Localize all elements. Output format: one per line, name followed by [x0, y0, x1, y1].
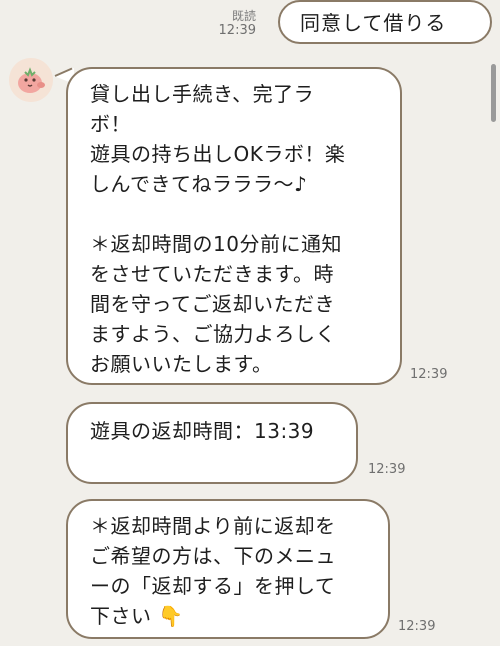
outgoing-message-bubble[interactable]: 同意して借りる [278, 0, 492, 44]
pointing-down-hand-icon: 👇 [158, 604, 184, 628]
incoming-message-bubble[interactable]: ＊返却時間より前に返却を ご希望の方は、下のメニュ ーの「返却する」を押して 下… [66, 499, 390, 639]
message-text: ＊返却時間より前に返却を ご希望の方は、下のメニュ ーの「返却する」を押して 下… [90, 511, 372, 631]
message-text: 遊具の返却時間：13:39 [90, 419, 315, 443]
bot-avatar[interactable] [9, 58, 53, 102]
message-text-body: ＊返却時間より前に返却を ご希望の方は、下のメニュ ーの「返却する」を押して 下… [90, 514, 336, 628]
message-time: 12:39 [398, 619, 436, 634]
message-time: 12:39 [368, 462, 406, 477]
outgoing-message-row: 既読 12:39 同意して借りる [192, 0, 492, 48]
read-label: 既読 [231, 9, 256, 23]
incoming-message-bubble[interactable]: 遊具の返却時間：13:39 [66, 402, 358, 484]
incoming-message-bubble[interactable]: 貸し出し手続き、完了ラ ボ！ 遊具の持ち出しOKラボ！楽 しんできてねラララ〜♪… [66, 67, 402, 385]
outgoing-meta: 既読 12:39 [200, 9, 256, 39]
pink-bird-mascot-icon [9, 58, 53, 102]
message-time: 12:39 [410, 367, 448, 382]
outgoing-time: 12:39 [218, 22, 256, 38]
scrollbar-thumb[interactable] [491, 64, 496, 122]
message-text: 貸し出し手続き、完了ラ ボ！ 遊具の持ち出しOKラボ！楽 しんできてねラララ〜♪… [90, 82, 346, 376]
